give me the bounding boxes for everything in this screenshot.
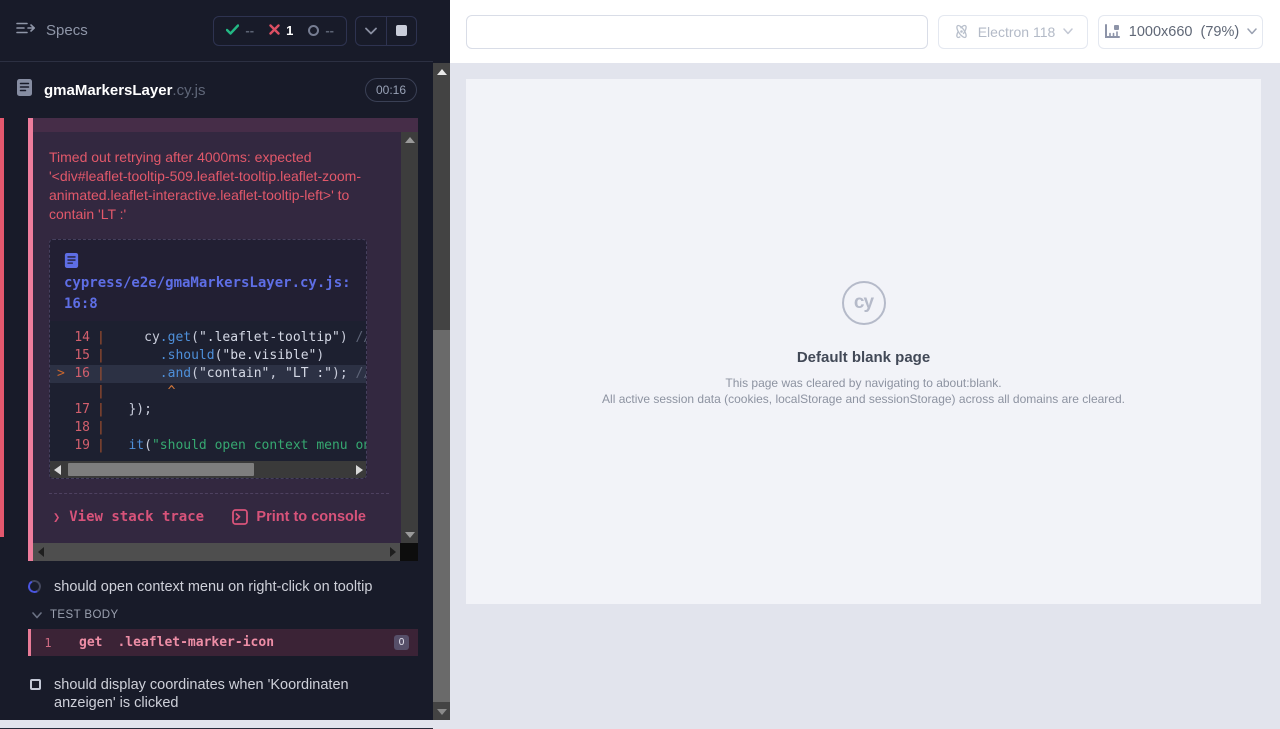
console-icon [232, 509, 248, 525]
chevron-down-icon [32, 612, 42, 619]
pending-test-row[interactable]: should display coordinates when 'Koordin… [0, 676, 433, 712]
scroll-right-arrow[interactable] [385, 543, 400, 561]
stat-passed: -- [226, 23, 254, 38]
blank-page-message: cy Default blank page This page was clea… [602, 281, 1125, 407]
electron-icon [953, 23, 970, 40]
reporter-content: Specs -- 1 [0, 0, 433, 729]
chevron-down-icon [1063, 28, 1073, 35]
blank-page-line1: This page was cleared by navigating to a… [602, 375, 1125, 391]
stop-button[interactable] [386, 17, 417, 45]
failed-count: 1 [286, 23, 293, 38]
pending-test-title: should display coordinates when 'Koordin… [54, 676, 373, 712]
cypress-logo: cy [842, 281, 886, 325]
test-stats: -- 1 -- [213, 16, 347, 46]
viewport-scale: (79%) [1201, 24, 1240, 40]
specs-list-icon [16, 21, 35, 40]
application-iframe: cy Default blank page This page was clea… [466, 79, 1261, 604]
scroll-down-arrow[interactable] [401, 527, 418, 543]
file-icon [64, 252, 79, 269]
command-index: 1 [31, 636, 65, 650]
failed-attempt-container: Timed out retrying after 4000ms: expecte… [28, 118, 418, 561]
x-icon [269, 23, 280, 38]
runner-pane: Electron 118 1000x660 (79%) cy Default b… [450, 0, 1280, 720]
print-to-console-button[interactable]: Print to console [232, 509, 366, 525]
passed-count: -- [245, 23, 254, 38]
error-file-link[interactable]: cypress/e2e/gmaMarkersLayer.cy.js:16:8 [50, 240, 366, 321]
code-horizontal-scrollbar[interactable] [50, 461, 366, 478]
queued-test-icon [30, 679, 41, 690]
reporter-scrollbar-thumb[interactable] [433, 330, 450, 702]
scroll-up-arrow[interactable] [433, 63, 450, 80]
command-target: .leaflet-marker-icon [117, 635, 274, 650]
error-vertical-scrollbar[interactable] [401, 132, 418, 543]
blank-page-title: Default blank page [602, 349, 1125, 366]
test-body-label: TEST BODY [50, 609, 119, 621]
browser-select[interactable]: Electron 118 [938, 15, 1088, 49]
runner-stage: cy Default blank page This page was clea… [450, 63, 1280, 720]
run-controls [355, 16, 417, 46]
specs-menu-button[interactable]: Specs [16, 21, 88, 40]
scroll-left-arrow[interactable] [50, 461, 64, 478]
specs-label: Specs [46, 22, 88, 39]
stat-pending: -- [308, 23, 334, 38]
code-scrollbar-thumb[interactable] [68, 463, 254, 476]
chevron-down-icon [1247, 28, 1257, 35]
reporter-scrollbar[interactable] [433, 63, 450, 720]
url-input[interactable] [466, 15, 928, 49]
spec-file-row[interactable]: gmaMarkersLayer.cy.js 00:16 [0, 62, 433, 118]
reporter-sidebar: Specs -- 1 [0, 0, 450, 720]
viewport-size: 1000x660 [1129, 24, 1193, 40]
code-block: 14| cy.get(".leaflet-tooltip") // Sele15… [50, 321, 366, 461]
collapse-button[interactable] [356, 17, 386, 45]
error-message: Timed out retrying after 4000ms: expecte… [49, 148, 387, 224]
spec-file-icon [16, 78, 33, 102]
chevron-down-icon [365, 27, 377, 35]
viewport-ruler-icon [1104, 24, 1121, 39]
pending-count: -- [325, 23, 334, 38]
spec-duration-badge: 00:16 [365, 78, 417, 102]
running-test-title: should open context menu on right-click … [54, 578, 372, 596]
failed-test-indicator-bar [0, 118, 4, 537]
spec-extension: .cy.js [172, 82, 205, 99]
command-count-badge: 0 [394, 635, 409, 650]
error-panel: Timed out retrying after 4000ms: expecte… [33, 132, 418, 543]
blank-page-line2: All active session data (cookies, localS… [602, 391, 1125, 407]
runner-topbar: Electron 118 1000x660 (79%) [450, 0, 1280, 63]
view-stack-trace-link[interactable]: ❯View stack trace [53, 509, 204, 525]
reporter-header: Specs -- 1 [0, 0, 433, 62]
command-name: get [79, 635, 102, 650]
scroll-left-arrow[interactable] [33, 543, 48, 561]
viewport-select[interactable]: 1000x660 (79%) [1098, 15, 1263, 49]
running-test-row[interactable]: should open context menu on right-click … [0, 578, 433, 596]
running-spinner-icon [27, 579, 43, 595]
scroll-down-arrow[interactable] [433, 703, 450, 720]
stat-failed: 1 [269, 23, 293, 38]
chevron-right-icon: ❯ [53, 510, 60, 524]
attempt-header-strip [33, 118, 418, 132]
cypress-app: Specs -- 1 [0, 0, 1280, 720]
spec-name: gmaMarkersLayer.cy.js [44, 82, 205, 99]
pending-circle-icon [308, 25, 319, 36]
scroll-right-arrow[interactable] [352, 461, 366, 478]
browser-label: Electron 118 [978, 24, 1056, 40]
scrollbar-corner [400, 543, 418, 561]
command-row[interactable]: 1 get .leaflet-marker-icon 0 [28, 629, 418, 656]
error-horizontal-scrollbar[interactable] [33, 543, 418, 561]
code-frame: cypress/e2e/gmaMarkersLayer.cy.js:16:8 1… [49, 239, 367, 479]
blank-page-description: This page was cleared by navigating to a… [602, 375, 1125, 407]
check-icon [226, 23, 239, 38]
stop-icon [396, 25, 407, 36]
test-body-section-header[interactable]: TEST BODY [0, 609, 433, 621]
scroll-up-arrow[interactable] [401, 132, 418, 148]
error-links-row: ❯View stack trace Print to console [49, 494, 402, 543]
